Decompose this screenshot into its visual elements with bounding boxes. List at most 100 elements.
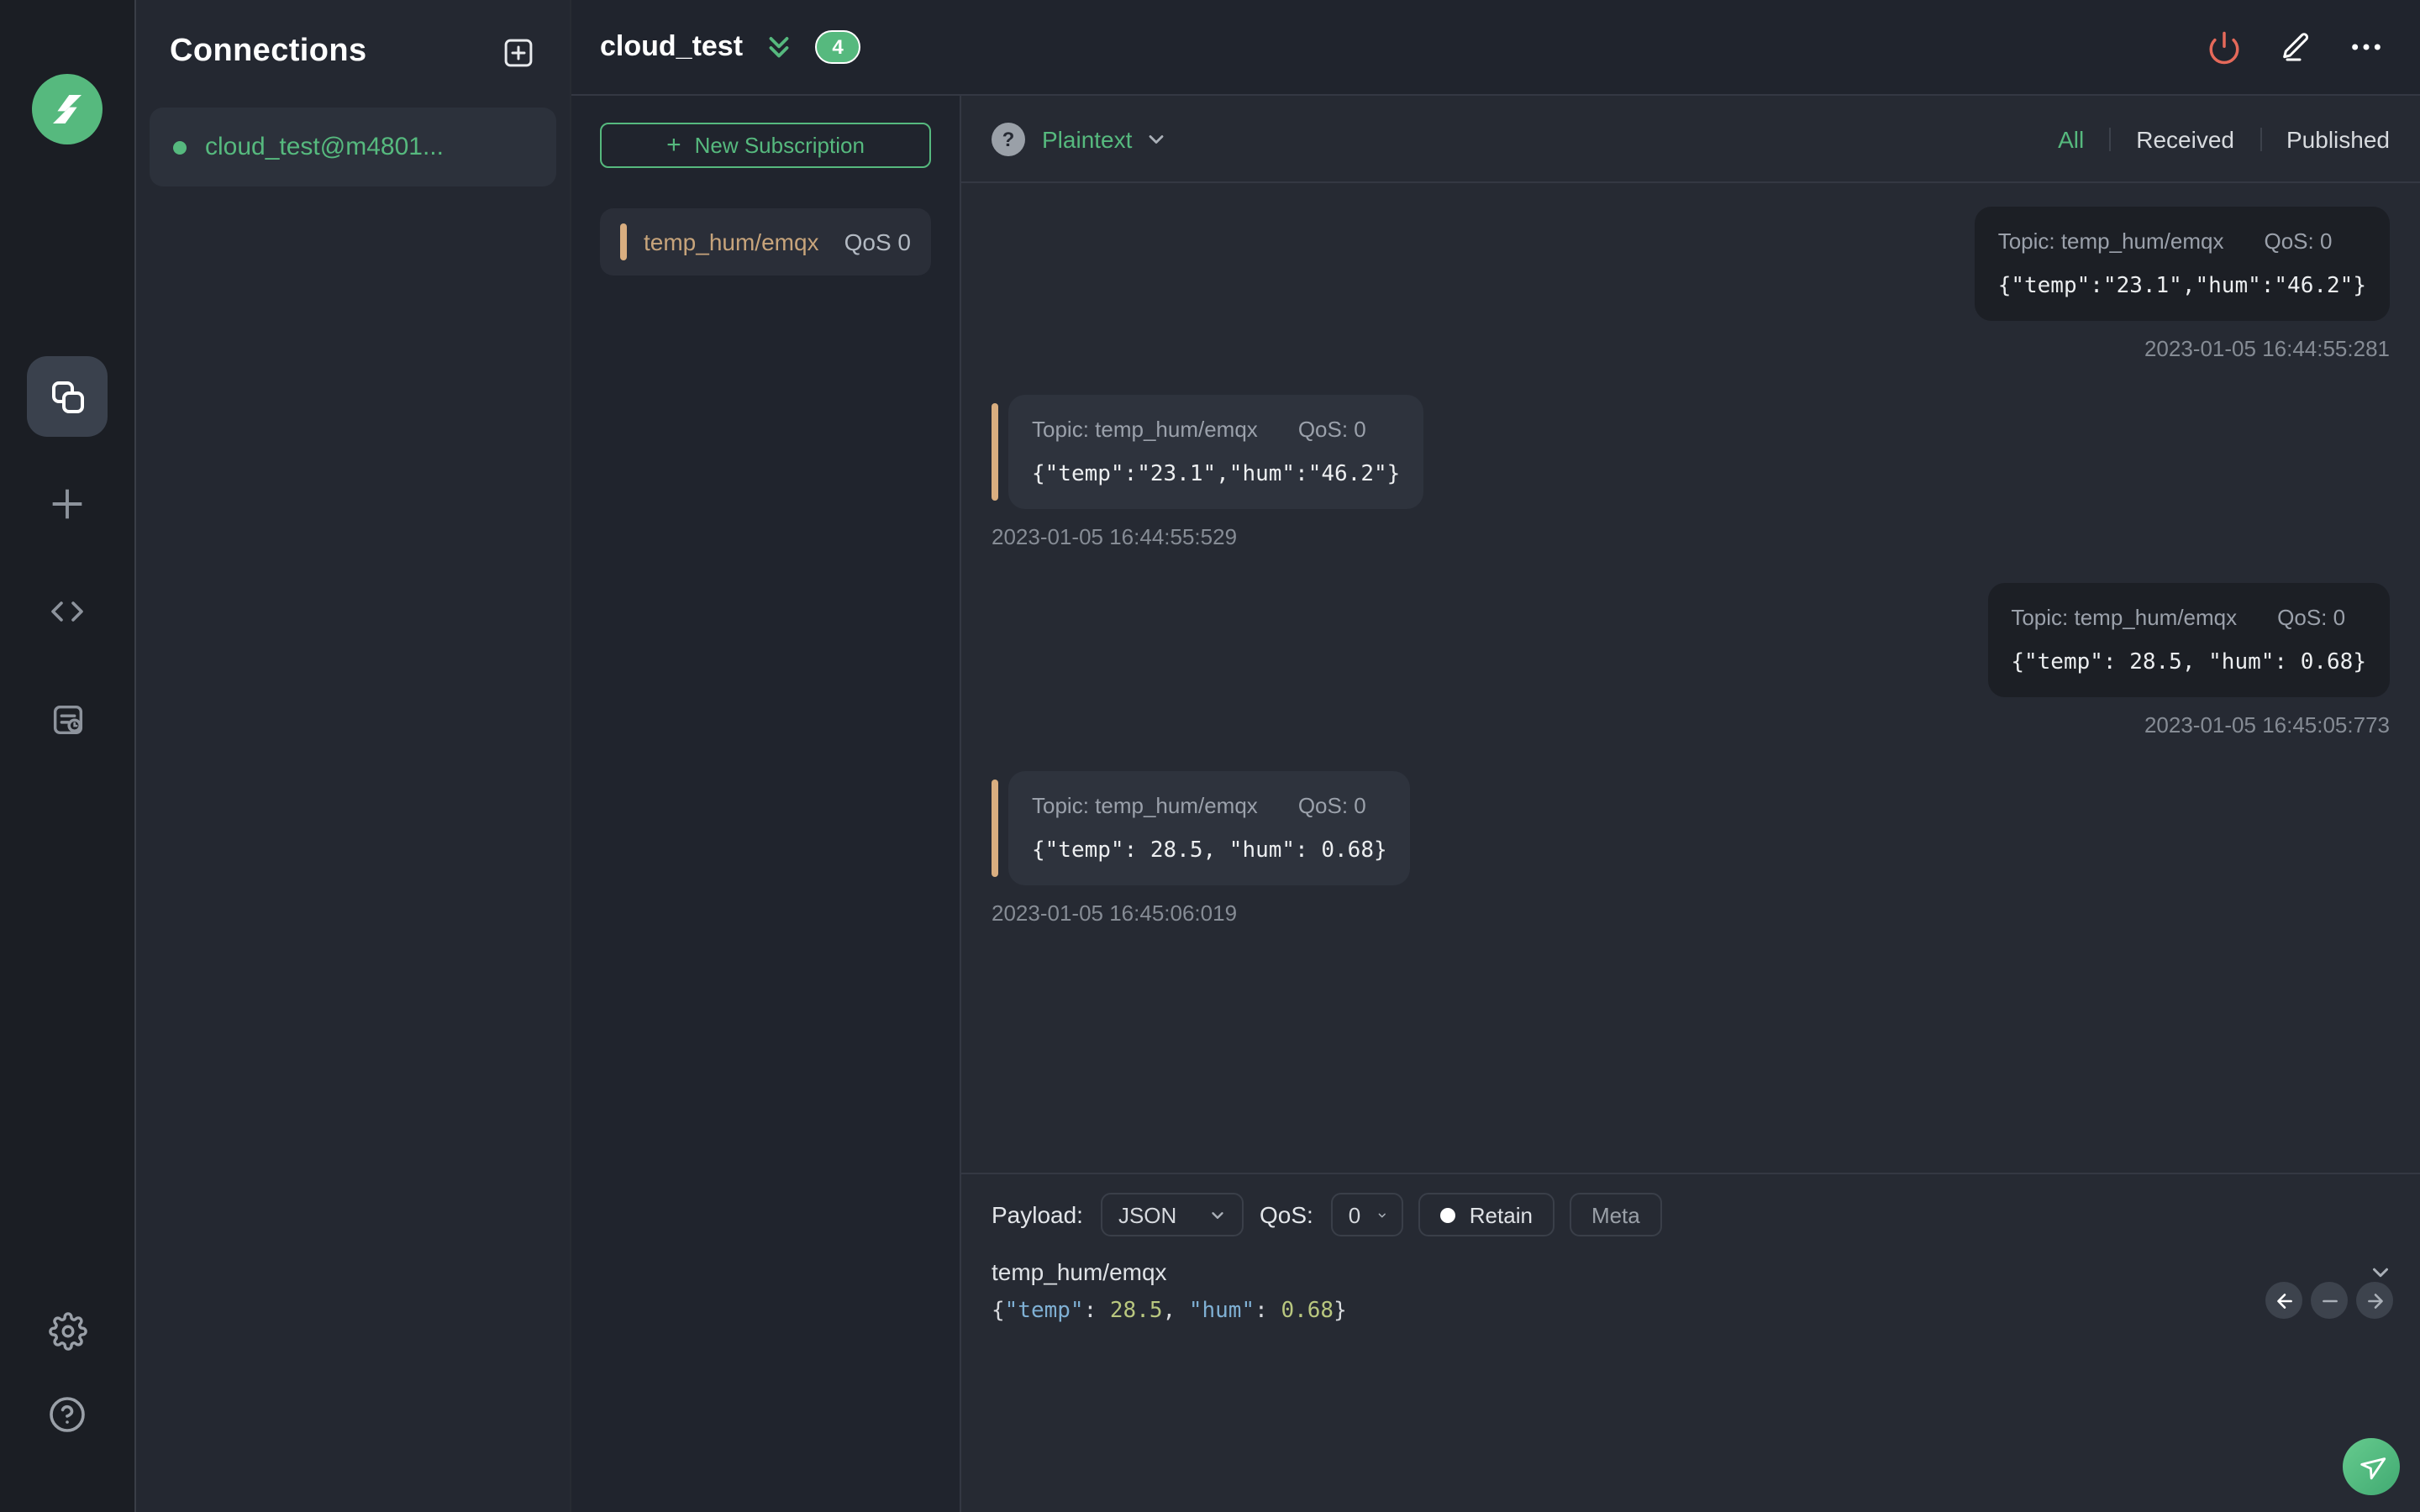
filter-received[interactable]: Received xyxy=(2136,125,2234,152)
message-timestamp: 2023-01-05 16:44:55:281 xyxy=(2144,336,2390,361)
add-connection-button[interactable] xyxy=(499,34,536,71)
qos-select[interactable]: 0 xyxy=(1331,1193,1404,1236)
plus-icon xyxy=(52,489,82,519)
log-icon xyxy=(52,704,82,734)
new-subscription-button[interactable]: + New Subscription xyxy=(600,123,931,168)
message-received: Topic: temp_hum/emqx QoS: 0 {"temp": 28.… xyxy=(992,771,2390,926)
message-card: Topic: temp_hum/emqx QoS: 0 {"temp": 28.… xyxy=(992,771,1411,885)
code-icon xyxy=(51,601,83,622)
subscription-item[interactable]: temp_hum/emqx QoS 0 xyxy=(600,208,931,276)
next-message-button[interactable] xyxy=(2356,1282,2393,1319)
clear-message-button[interactable] xyxy=(2311,1282,2348,1319)
qos-value: 0 xyxy=(1348,1202,1361,1227)
message-timestamp: 2023-01-05 16:44:55:529 xyxy=(992,524,1238,549)
connection-status-dot xyxy=(173,140,187,154)
retain-dot-icon xyxy=(1440,1207,1456,1222)
message-topic: Topic: temp_hum/emqx xyxy=(2011,605,2238,630)
ellipsis-icon xyxy=(2352,44,2381,50)
connection-topbar: cloud_test 4 xyxy=(571,0,2420,96)
minus-icon xyxy=(2322,1299,2337,1302)
message-payload: {"temp":"23.1","hum":"46.2"} xyxy=(1997,274,2366,299)
qos-label: QoS: xyxy=(1259,1201,1313,1228)
topic-color-bar xyxy=(992,780,998,877)
mqttx-logo-mark xyxy=(53,95,82,123)
edit-pencil-icon xyxy=(2283,33,2309,61)
message-navigation xyxy=(2265,1282,2393,1319)
connections-nav-button[interactable] xyxy=(27,356,108,437)
collapse-panel-button[interactable] xyxy=(763,31,795,63)
topic-color-bar xyxy=(620,223,627,260)
message-timestamp: 2023-01-05 16:45:05:773 xyxy=(2144,712,2390,738)
payload-help-icon[interactable]: ? xyxy=(992,122,1025,155)
message-qos: QoS: 0 xyxy=(1297,793,1366,818)
message-card: Topic: temp_hum/emqx QoS: 0 {"temp": 28.… xyxy=(1987,583,2390,697)
more-options-button[interactable] xyxy=(2349,30,2383,64)
chevron-down-icon[interactable] xyxy=(1144,127,1167,150)
log-nav-button[interactable] xyxy=(27,679,108,759)
retain-toggle[interactable]: Retain xyxy=(1418,1193,1555,1236)
meta-label: Meta xyxy=(1591,1202,1640,1227)
filter-all[interactable]: All xyxy=(2058,125,2084,152)
message-topic: Topic: temp_hum/emqx xyxy=(1032,793,1258,818)
connections-panel: Connections cloud_test@m4801... xyxy=(136,0,571,1512)
prev-message-button[interactable] xyxy=(2265,1282,2302,1319)
chevron-down-icon xyxy=(1377,1212,1386,1217)
connection-name: cloud_test@m4801... xyxy=(205,133,444,161)
messages-header: ? Plaintext All Received Published xyxy=(961,96,2420,183)
arrow-right-icon xyxy=(2367,1293,2382,1308)
message-published: Topic: temp_hum/emqx QoS: 0 {"temp":"23.… xyxy=(992,207,2390,361)
view-mode-dropdown[interactable]: Plaintext xyxy=(1042,125,1132,152)
message-topic: Topic: temp_hum/emqx xyxy=(1032,417,1258,442)
disconnect-button[interactable] xyxy=(2207,29,2242,65)
edit-connection-button[interactable] xyxy=(2279,30,2312,64)
collapse-composer-icon[interactable] xyxy=(2368,1259,2393,1284)
message-qos: QoS: 0 xyxy=(2277,605,2346,630)
new-connection-nav-button[interactable] xyxy=(27,464,108,544)
message-payload: {"temp": 28.5, "hum": 0.68} xyxy=(1032,838,1387,864)
topic-color-bar xyxy=(992,403,998,501)
help-circle-icon xyxy=(50,1397,85,1432)
settings-button[interactable] xyxy=(48,1312,87,1351)
message-qos: QoS: 0 xyxy=(2264,228,2333,254)
arrow-left-icon xyxy=(2276,1293,2291,1308)
connection-list-item[interactable]: cloud_test@m4801... xyxy=(150,108,556,186)
composer-payload[interactable]: {"temp": 28.5, "hum": 0.68} xyxy=(961,1285,2420,1324)
icon-rail xyxy=(0,0,136,1512)
script-nav-button[interactable] xyxy=(27,571,108,652)
topic-input[interactable]: temp_hum/emqx xyxy=(992,1258,1167,1285)
message-card: Topic: temp_hum/emqx QoS: 0 {"temp":"23.… xyxy=(1974,207,2390,321)
gear-icon xyxy=(48,1312,87,1351)
subscription-topic: temp_hum/emqx xyxy=(644,228,819,255)
payload-format-label: Payload: xyxy=(992,1201,1083,1228)
send-button[interactable] xyxy=(2343,1438,2400,1495)
connections-icon xyxy=(52,381,84,413)
power-icon xyxy=(2209,30,2239,64)
chevron-down-icon xyxy=(1213,1211,1224,1218)
connections-title: Connections xyxy=(170,34,367,69)
message-received: Topic: temp_hum/emqx QoS: 0 {"temp":"23.… xyxy=(992,395,2390,549)
payload-format-value: JSON xyxy=(1118,1202,1177,1227)
message-topic: Topic: temp_hum/emqx xyxy=(1997,228,2224,254)
message-payload: {"temp": 28.5, "hum": 0.68} xyxy=(2011,650,2366,675)
composer-toolbar: Payload: JSON QoS: 0 Retain Meta xyxy=(961,1174,2420,1236)
connection-title: cloud_test xyxy=(600,30,744,62)
subscriptions-panel: + New Subscription temp_hum/emqx QoS 0 xyxy=(571,96,960,1512)
retain-label: Retain xyxy=(1469,1202,1533,1227)
message-list[interactable]: Topic: temp_hum/emqx QoS: 0 {"temp":"23.… xyxy=(961,183,2420,1173)
message-filters: All Received Published xyxy=(2058,125,2390,152)
help-button[interactable] xyxy=(47,1394,87,1435)
send-plane-icon xyxy=(2360,1457,2386,1479)
meta-button[interactable]: Meta xyxy=(1569,1193,1662,1236)
plus-icon: + xyxy=(666,131,681,160)
message-card: Topic: temp_hum/emqx QoS: 0 {"temp":"23.… xyxy=(992,395,1424,509)
message-count-badge: 4 xyxy=(815,30,861,64)
mqttx-logo xyxy=(32,74,103,144)
double-chevron-down-icon xyxy=(769,36,789,57)
plus-square-icon xyxy=(503,38,532,66)
filter-published[interactable]: Published xyxy=(2286,125,2390,152)
filter-separator xyxy=(2260,127,2261,150)
publish-composer: Payload: JSON QoS: 0 Retain Meta temp_hu… xyxy=(961,1173,2420,1512)
payload-format-select[interactable]: JSON xyxy=(1101,1193,1244,1236)
subscription-qos: QoS 0 xyxy=(844,228,911,255)
message-timestamp: 2023-01-05 16:45:06:019 xyxy=(992,900,1238,926)
